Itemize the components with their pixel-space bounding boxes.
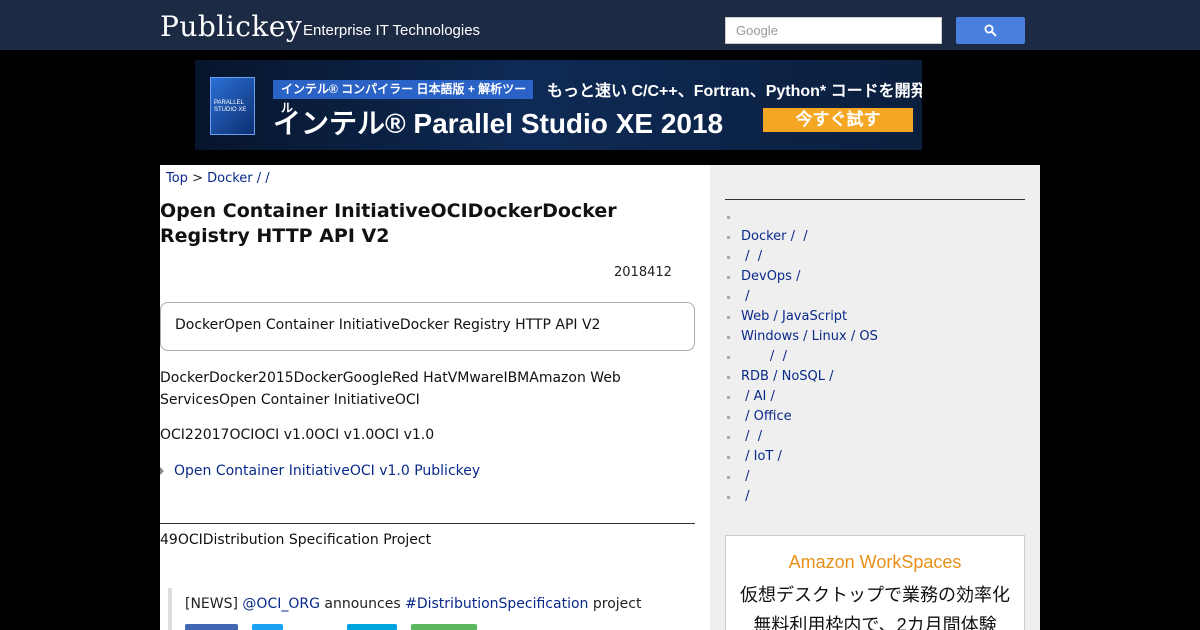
- pocket-button[interactable]: [411, 624, 477, 630]
- article-paragraph: OCI22017OCIOCI v1.0OCI v1.0OCI v1.0: [160, 427, 435, 443]
- category-list: Docker / / / / DevOps / / Web / JavaScri…: [725, 207, 878, 507]
- tweet-text: [NEWS] @OCI_ORG announces #DistributionS…: [185, 588, 710, 612]
- article-date: 2018412: [614, 265, 672, 280]
- triangle-right-icon: [160, 467, 164, 475]
- search-button[interactable]: [956, 17, 1025, 44]
- breadcrumb-separator: >: [187, 171, 208, 186]
- sidebar: Docker / / / / DevOps / / Web / JavaScri…: [710, 165, 1040, 630]
- product-box-label: PARALLEL STUDIO XE: [214, 100, 247, 113]
- article-paragraph: DockerDocker2015DockerGoogleRed HatVMwar…: [160, 370, 621, 408]
- site-logo[interactable]: Publickey: [160, 10, 302, 43]
- ad-line: 無料利用枠内で、2カ月間体験: [753, 615, 997, 630]
- category-item[interactable]: /: [725, 467, 878, 487]
- banner-title: インテル® Parallel Studio XE 2018: [273, 108, 724, 139]
- related-article: Open Container InitiativeOCI v1.0 Public…: [160, 463, 480, 479]
- breadcrumb: Top > Docker / /: [166, 171, 270, 186]
- article-summary: DockerOpen Container InitiativeDocker Re…: [160, 302, 695, 351]
- category-item-os[interactable]: Windows / Linux / OS: [725, 327, 878, 347]
- search-icon: [984, 24, 997, 37]
- article-main: Top > Docker / / Open Container Initiati…: [160, 165, 710, 630]
- hatena-bookmark-button[interactable]: [347, 624, 397, 630]
- ad-line: 仮想デスクトップで業務の効率化: [740, 585, 1010, 605]
- category-item[interactable]: / /: [725, 427, 878, 447]
- tweet-mention-link[interactable]: @OCI_ORG: [242, 596, 320, 612]
- banner-copy: もっと速い C/C++、Fortran、Python* コードを開発: [547, 83, 922, 100]
- tweet-prefix: [NEWS]: [185, 596, 243, 612]
- tweet-suffix: project: [588, 596, 642, 612]
- article-paragraph: 49OCIDistribution Specification Project: [160, 532, 432, 548]
- category-item-web[interactable]: Web / JavaScript: [725, 307, 878, 327]
- site-header: Publickey Enterprise IT Technologies Goo…: [0, 0, 1200, 50]
- embedded-tweet: [NEWS] @OCI_ORG announces #DistributionS…: [168, 588, 710, 630]
- twitter-share-button[interactable]: [252, 624, 283, 630]
- banner-cta-button[interactable]: 今すぐ試す: [763, 108, 913, 132]
- article-title: Open Container InitiativeOCIDockerDocker…: [160, 200, 617, 247]
- category-item-ai[interactable]: / AI /: [725, 387, 878, 407]
- product-box-image: PARALLEL STUDIO XE: [210, 77, 255, 135]
- share-buttons: [185, 624, 710, 630]
- category-item-iot[interactable]: / IoT /: [725, 447, 878, 467]
- divider: [160, 523, 695, 524]
- banner-tag: インテル® コンパイラー 日本語版 + 解析ツール: [273, 80, 533, 115]
- facebook-share-button[interactable]: [185, 624, 238, 630]
- category-item-office[interactable]: / Office: [725, 407, 878, 427]
- site-tagline: Enterprise IT Technologies: [303, 22, 481, 39]
- breadcrumb-category-link[interactable]: Docker / /: [207, 171, 270, 186]
- category-item-docker[interactable]: Docker / /: [725, 227, 878, 247]
- related-article-link[interactable]: Open Container InitiativeOCI v1.0 Public…: [174, 463, 480, 479]
- category-item[interactable]: / /: [725, 247, 878, 267]
- breadcrumb-top-link[interactable]: Top: [166, 171, 188, 186]
- sidebar-ad[interactable]: Amazon WorkSpaces 仮想デスクトップで業務の効率化 無料利用枠内…: [725, 535, 1025, 630]
- banner-ad[interactable]: PARALLEL STUDIO XE インテル® コンパイラー 日本語版 + 解…: [195, 60, 922, 150]
- category-item[interactable]: /: [725, 487, 878, 507]
- category-item-devops[interactable]: DevOps /: [725, 267, 878, 287]
- category-item[interactable]: [725, 207, 878, 227]
- category-item-database[interactable]: RDB / NoSQL /: [725, 367, 878, 387]
- tweet-hashtag-link[interactable]: #DistributionSpecification: [405, 596, 588, 612]
- category-item[interactable]: /: [725, 287, 878, 307]
- ad-title: Amazon WorkSpaces: [788, 552, 962, 572]
- tweet-mid: announces: [319, 596, 406, 612]
- sidebar-divider: [725, 199, 1025, 200]
- search-input[interactable]: Google: [725, 17, 942, 44]
- category-item[interactable]: / /: [725, 347, 878, 367]
